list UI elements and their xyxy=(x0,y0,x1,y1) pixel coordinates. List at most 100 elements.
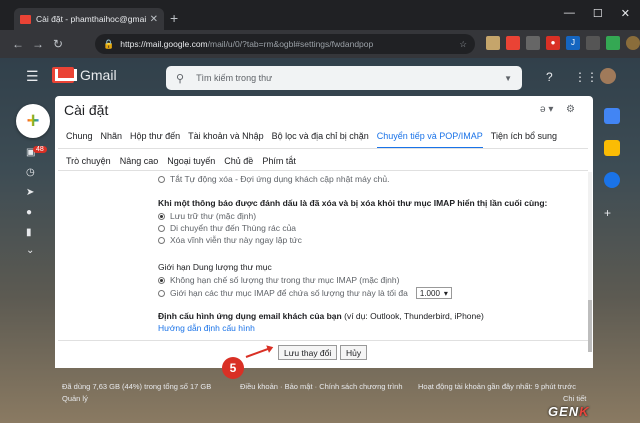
settings-tabs-row1: Chung Nhãn Hộp thư đến Tài khoản và Nhập… xyxy=(66,131,557,149)
calendar-icon[interactable] xyxy=(604,108,620,124)
keep-icon[interactable] xyxy=(604,140,620,156)
step-number-annotation: 5 xyxy=(222,357,244,379)
search-icon[interactable]: ⚲ xyxy=(176,72,184,85)
deleted-message-heading: Khi một thông báo được đánh dấu là đã xó… xyxy=(158,198,548,208)
extension-icon[interactable]: ● xyxy=(546,36,560,50)
lock-icon: 🔒 xyxy=(103,38,115,49)
tab-labels[interactable]: Nhãn xyxy=(101,131,123,149)
maximize-icon[interactable]: ☐ xyxy=(593,7,603,20)
option-label: Không hạn chế số lượng thư trong thư mục… xyxy=(170,275,400,285)
option-no-limit: Không hạn chế số lượng thư trong thư mục… xyxy=(158,275,399,285)
limit-select[interactable]: 1.000 ▾ xyxy=(415,287,452,299)
input-tools-icon[interactable]: ǝ ▾ xyxy=(540,104,553,115)
extension-icons: ● J ⋮ xyxy=(486,36,640,50)
option-archive: Lưu trữ thư (mặc định) xyxy=(158,211,256,221)
limit-value: 1.000 xyxy=(419,288,440,298)
close-tab-icon[interactable]: ✕ xyxy=(150,14,158,25)
minimize-icon[interactable]: — xyxy=(564,7,575,20)
snoozed-clock-icon[interactable]: ◷ xyxy=(26,167,35,178)
extension-icon[interactable] xyxy=(606,36,620,50)
bookmark-star-icon[interactable]: ☆ xyxy=(459,39,467,50)
gmail-logo[interactable]: Gmail xyxy=(52,67,117,83)
save-changes-button[interactable]: Lưu thay đổi xyxy=(278,345,338,360)
tab-shortcuts[interactable]: Phím tắt xyxy=(262,156,296,166)
sent-icon[interactable]: ➤ xyxy=(26,187,34,198)
new-tab-icon[interactable]: + xyxy=(170,10,178,26)
terms-links[interactable]: Điều khoản · Bảo mật · Chính sách chương… xyxy=(240,382,403,391)
forward-icon[interactable]: → xyxy=(28,37,48,51)
option-label: Lưu trữ thư (mặc định) xyxy=(170,211,257,221)
radio-trash[interactable] xyxy=(158,224,165,232)
tab-accounts[interactable]: Tài khoản và Nhập xyxy=(188,131,264,149)
tab-advanced[interactable]: Nâng cao xyxy=(120,156,159,166)
tab-general[interactable]: Chung xyxy=(66,131,93,149)
radio-delete[interactable] xyxy=(158,236,165,244)
option-limit: Giới hạn các thư mục IMAP để chứa số lượ… xyxy=(158,287,452,299)
add-on-plus-icon[interactable]: + xyxy=(604,206,618,222)
back-icon[interactable]: ← xyxy=(8,37,28,51)
dropdown-arrow-icon: ▾ xyxy=(443,288,448,298)
search-input[interactable]: Tìm kiếm trong thư xyxy=(196,73,272,83)
tasks-icon[interactable] xyxy=(604,172,620,188)
config-heading: Định cấu hình ứng dụng email khách của b… xyxy=(158,311,484,321)
option-autoexpunge-off: Tắt Tự động xóa - Đợi ứng dụng khách cập… xyxy=(158,174,390,184)
tab-addons[interactable]: Tiện ích bổ sung xyxy=(491,131,557,149)
divider xyxy=(58,148,588,149)
trash-icon[interactable]: ▮ xyxy=(26,227,32,238)
divider xyxy=(58,170,588,171)
option-label: Tắt Tự động xóa - Đợi ứng dụng khách cập… xyxy=(170,174,390,184)
option-trash: Di chuyển thư đến Thùng rác của xyxy=(158,223,296,233)
tab-filters[interactable]: Bộ lọc và địa chỉ bị chặn xyxy=(272,131,369,149)
config-instructions-link[interactable]: Hướng dẫn định cấu hình xyxy=(158,323,255,333)
extension-icon[interactable]: J xyxy=(566,36,580,50)
reload-icon[interactable]: ↻ xyxy=(48,37,68,51)
close-window-icon[interactable]: ✕ xyxy=(621,7,630,20)
search-options-icon[interactable]: ▼ xyxy=(504,74,512,83)
tab-inbox[interactable]: Hộp thư đến xyxy=(130,131,180,149)
details-link[interactable]: Chi tiết xyxy=(563,394,586,403)
help-icon[interactable]: ? xyxy=(546,70,553,84)
cancel-button[interactable]: Hủy xyxy=(340,345,368,360)
option-label: Xóa vĩnh viễn thư này ngay lập tức xyxy=(170,235,302,245)
manage-storage-link[interactable]: Quản lý xyxy=(62,394,88,403)
address-bar[interactable]: 🔒 https://mail.google.com /mail/u/0/?tab… xyxy=(95,34,475,54)
radio-limit[interactable] xyxy=(158,289,165,297)
tab-themes[interactable]: Chủ đề xyxy=(224,156,253,166)
url-path: /mail/u/0/?tab=rm&ogbl#settings/fwdandpo… xyxy=(207,39,374,49)
extension-icon[interactable] xyxy=(506,36,520,50)
settings-gear-icon[interactable]: ⚙ xyxy=(566,104,575,115)
gmail-wordmark: Gmail xyxy=(80,67,117,83)
url-host: https://mail.google.com xyxy=(120,39,208,49)
option-label: Di chuyển thư đến Thùng rác của xyxy=(170,223,297,233)
extension-icon[interactable] xyxy=(486,36,500,50)
tab-offline[interactable]: Ngoại tuyến xyxy=(167,156,215,166)
important-icon[interactable]: ● xyxy=(26,207,32,218)
tab-forwarding-pop-imap[interactable]: Chuyển tiếp và POP/IMAP xyxy=(376,131,483,149)
search-bar[interactable]: ⚲ Tìm kiếm trong thư ▼ xyxy=(166,66,522,90)
more-chevron-icon[interactable]: ⌄ xyxy=(26,245,34,256)
apps-grid-icon[interactable]: ⋮⋮ xyxy=(574,70,598,84)
scrollbar[interactable] xyxy=(588,172,592,352)
radio-no-limit[interactable] xyxy=(158,276,165,284)
window-controls: — ☐ ✕ xyxy=(564,7,630,20)
radio-archive[interactable] xyxy=(158,212,165,220)
divider xyxy=(58,340,588,341)
extension-icon[interactable] xyxy=(586,36,600,50)
scrollbar-thumb[interactable] xyxy=(588,300,592,352)
option-delete: Xóa vĩnh viễn thư này ngay lập tức xyxy=(158,235,302,245)
compose-button[interactable]: + xyxy=(16,104,50,138)
profile-avatar[interactable] xyxy=(626,36,640,50)
main-menu-icon[interactable]: ☰ xyxy=(26,68,39,85)
tab-chat[interactable]: Trò chuyện xyxy=(66,156,111,166)
tab-title: Cài đặt - phamthaihoc@gmail.co xyxy=(36,14,146,24)
browser-tab[interactable]: Cài đặt - phamthaihoc@gmail.co ✕ xyxy=(14,8,164,30)
browser-tab-bar: Cài đặt - phamthaihoc@gmail.co ✕ + — ☐ ✕ xyxy=(0,0,640,30)
extension-icon[interactable] xyxy=(526,36,540,50)
radio-autoexpunge-off[interactable] xyxy=(158,175,165,183)
account-avatar[interactable] xyxy=(600,68,616,84)
genk-watermark-logo: GENK xyxy=(548,404,590,419)
inbox-count-badge: 48 xyxy=(33,146,47,153)
option-label: Giới hạn các thư mục IMAP để chứa số lượ… xyxy=(170,288,408,298)
settings-tabs-row2: Trò chuyện Nâng cao Ngoại tuyến Chủ đề P… xyxy=(66,156,296,166)
config-heading-text: Định cấu hình ứng dụng email khách của b… xyxy=(158,311,342,321)
